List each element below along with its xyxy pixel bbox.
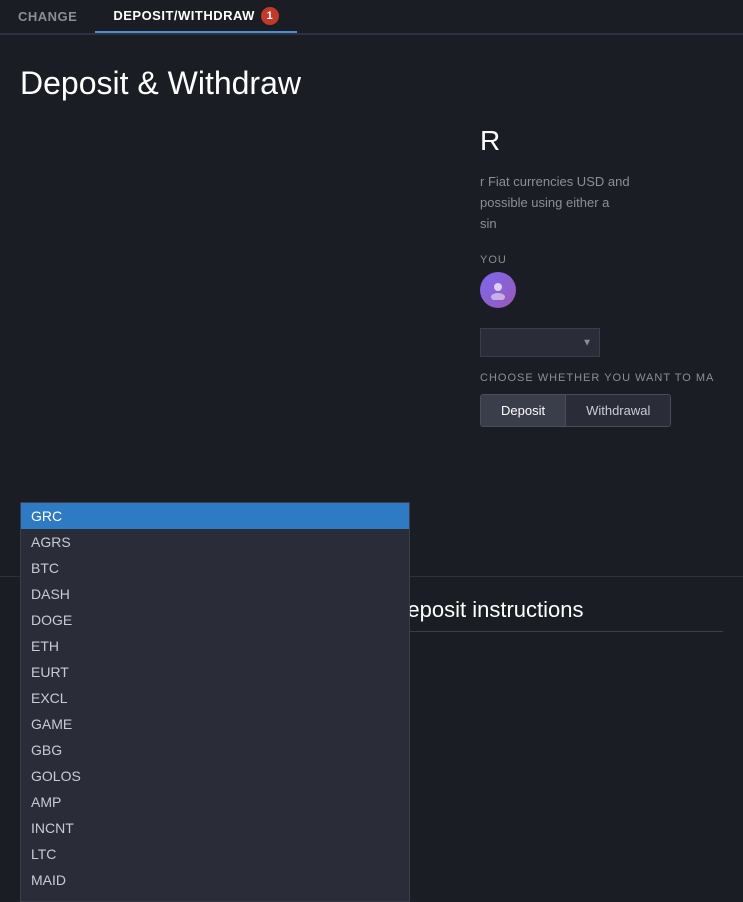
list-item[interactable]: MUSE — [21, 893, 409, 902]
choose-label: CHOOSE WHETHER YOU WANT TO MA — [480, 372, 723, 384]
list-item[interactable]: LTC — [21, 841, 409, 867]
nav-item-change[interactable]: CHANGE — [0, 0, 95, 33]
list-item[interactable]: DASH — [21, 581, 409, 607]
right-heading: R — [480, 125, 723, 157]
top-nav: CHANGE DEPOSIT/WITHDRAW 1 — [0, 0, 743, 35]
withdrawal-button[interactable]: Withdrawal — [566, 395, 670, 426]
inline-select[interactable] — [480, 328, 600, 357]
you-label: YOU — [480, 254, 723, 266]
desc-line2: possible using either a — [480, 195, 609, 210]
deposit-instructions-title: Deposit instructions — [392, 597, 724, 632]
page-title: Deposit & Withdraw — [20, 65, 460, 102]
avatar — [480, 272, 516, 308]
list-item[interactable]: BTC — [21, 555, 409, 581]
currency-list-container: GRCAGRSBTCDASHDOGEETHEURTEXCLGAMEGBGGOLO… — [20, 502, 410, 536]
deposit-button[interactable]: Deposit — [481, 395, 566, 426]
desc-line1: r Fiat currencies USD and — [480, 174, 630, 189]
list-item[interactable]: EXCL — [21, 685, 409, 711]
deposit-withdraw-toggle: Deposit Withdrawal — [480, 394, 671, 427]
description-text: r Fiat currencies USD and possible using… — [480, 172, 723, 234]
select-row — [480, 328, 723, 357]
list-item[interactable]: AMP — [21, 789, 409, 815]
desc-line3: sin — [480, 216, 497, 231]
list-item[interactable]: MAID — [21, 867, 409, 893]
nav-item-deposit-withdraw[interactable]: DEPOSIT/WITHDRAW 1 — [95, 0, 297, 33]
nav-deposit-badge: 1 — [261, 7, 279, 25]
list-item[interactable]: GAME — [21, 711, 409, 737]
list-item[interactable]: EURT — [21, 659, 409, 685]
list-item[interactable]: INCNT — [21, 815, 409, 841]
list-item[interactable]: GBG — [21, 737, 409, 763]
list-item[interactable]: ETH — [21, 633, 409, 659]
currency-list[interactable]: GRCAGRSBTCDASHDOGEETHEURTEXCLGAMEGBGGOLO… — [20, 502, 410, 902]
left-panel: Deposit & Withdraw GRCAGRSBTCDASHDOGEETH… — [20, 65, 460, 536]
right-panel: R r Fiat currencies USD and possible usi… — [480, 65, 723, 536]
list-item[interactable]: GRC — [21, 503, 409, 529]
list-item[interactable]: GOLOS — [21, 763, 409, 789]
main-content: Deposit & Withdraw GRCAGRSBTCDASHDOGEETH… — [0, 35, 743, 556]
nav-deposit-label: DEPOSIT/WITHDRAW — [113, 8, 255, 23]
select-wrapper[interactable] — [480, 328, 600, 357]
avatar-icon — [488, 280, 508, 300]
avatar-area — [480, 272, 723, 308]
list-item[interactable]: AGRS — [21, 529, 409, 555]
list-item[interactable]: DOGE — [21, 607, 409, 633]
